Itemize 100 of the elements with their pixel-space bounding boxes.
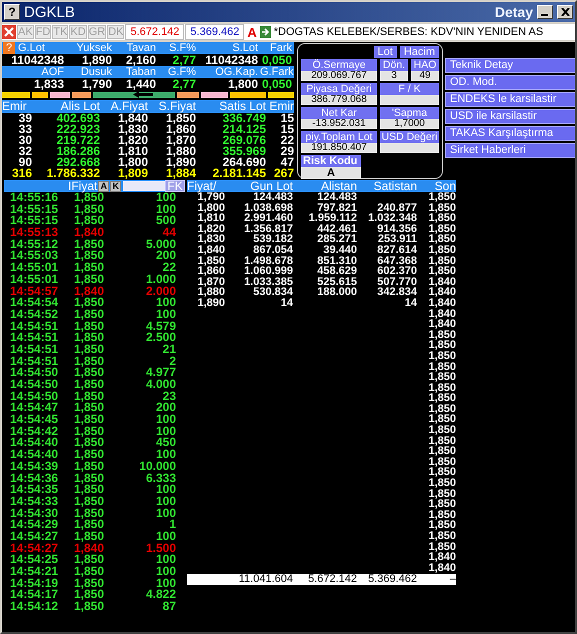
column-header: Taban — [125, 66, 157, 78]
close-button[interactable] — [557, 5, 573, 19]
table-cell-text: 222.923 — [56, 124, 100, 135]
stat-label: HAO — [411, 59, 439, 71]
link-button[interactable]: ENDEKS le karsilastir — [445, 92, 575, 107]
lot-cell-text: 200 — [154, 402, 176, 414]
price-cell-text: 1,850 — [73, 308, 106, 321]
filter-button[interactable]: K — [110, 180, 122, 192]
help-icon[interactable]: ? — [3, 42, 15, 54]
lot-cell-text: 100 — [156, 297, 176, 309]
table-cell: 1,850 — [428, 456, 456, 468]
time-cell-text: 14:54:36 — [9, 472, 60, 484]
toggle-button[interactable]: Hacim — [400, 46, 439, 58]
lot-cell-text: 2.000 — [144, 286, 176, 298]
price-cell-text: 1,850 — [73, 379, 106, 391]
stat-label: piy.Toplam Lot — [301, 131, 377, 143]
total-cell-text: 2.181.145 — [212, 168, 266, 179]
table-cell: 1,840 — [428, 318, 456, 330]
toggle-button[interactable]: Lot — [374, 46, 397, 58]
link-button[interactable]: Teknik Detay — [445, 58, 575, 73]
table-cell: 1.959.112 — [308, 212, 357, 224]
link-button[interactable]: USD ile karsilastir — [445, 109, 575, 124]
stat-label: 'Sapma — [380, 107, 439, 119]
table-cell: 827.614 — [377, 244, 417, 256]
column-header: AOF — [40, 66, 65, 78]
column-header: Satis Lot — [218, 100, 266, 113]
link-button[interactable]: Sirket Haberleri — [445, 143, 575, 158]
help-icon[interactable]: ? — [4, 4, 20, 20]
stat-value: 2,77 — [172, 78, 197, 90]
table-cell: 1,840 — [428, 286, 456, 298]
lot-cell-text: 100 — [156, 484, 176, 496]
lot-cell-text: 5.000 — [144, 238, 176, 250]
lot-cell-text: 1 — [169, 519, 176, 531]
minimize-button[interactable] — [537, 5, 553, 19]
time-cell-text: 14:55:01 — [9, 262, 60, 274]
table-cell-text: 336.749 — [222, 113, 266, 124]
table-cell-text: 32 — [18, 146, 32, 157]
table-cell: 1,840 — [428, 276, 456, 288]
table-cell: 1,850 — [428, 413, 456, 426]
price-cell-text: 1,850 — [73, 472, 106, 484]
time-cell-text: 14:55:16 — [9, 192, 60, 204]
total-cell-text: 267 — [272, 168, 294, 179]
table-cell: 1,790 — [197, 191, 225, 203]
table-cell-text: 402.693 — [56, 113, 100, 124]
stat-value: 2,77 — [172, 54, 197, 66]
filter-field[interactable] — [123, 181, 166, 191]
table-cell: 1,850 — [428, 371, 456, 384]
time-cell-text: 14:54:12 — [9, 601, 60, 613]
lot-cell-text: 1.500 — [144, 542, 176, 554]
table-cell: 530.834 — [253, 286, 293, 298]
time-cell-text: 14:54:50 — [9, 379, 60, 391]
table-cell: 1,850 — [428, 244, 456, 256]
total-cell: 11.041.604 — [238, 573, 293, 586]
table-cell: 1,810 — [197, 212, 225, 224]
column-header: Emir — [2, 100, 28, 113]
table-cell: 442.461 — [317, 222, 357, 235]
stat-label: Risk Kodu — [301, 155, 361, 167]
time-cell-text: 14:54:42 — [9, 426, 60, 438]
table-cell: 1,850 — [428, 382, 456, 394]
column-header: G.F% — [166, 66, 197, 78]
table-cell-text: 1,810 — [116, 146, 148, 157]
stat-value — [380, 95, 439, 105]
lot-cell-text: 100 — [154, 566, 176, 578]
link-button[interactable]: TAKAS Karşılaştırma — [445, 126, 575, 141]
table-cell-text: 15 — [280, 124, 294, 135]
table-cell-text: 264.690 — [222, 157, 266, 168]
column-header: S.F% — [168, 42, 197, 54]
table-cell: 1.356.817 — [244, 222, 293, 235]
time-cell-text: 14:54:54 — [9, 297, 60, 309]
table-cell: 124.483 — [253, 191, 293, 203]
table-cell: 1,850 — [428, 339, 456, 352]
table-cell: 1,850 — [428, 212, 456, 224]
table-cell: 285.271 — [317, 233, 357, 246]
table-cell: 188.000 — [317, 286, 357, 298]
table-cell-text: 214.125 — [222, 124, 266, 135]
arrow-icon[interactable] — [260, 26, 271, 38]
lot-cell-text: 200 — [156, 250, 176, 262]
table-cell: 1,840 — [197, 244, 225, 256]
table-cell: 602.370 — [377, 265, 417, 278]
link-button[interactable]: OD. Mod. — [445, 75, 575, 90]
table-cell-text: 1,840 — [118, 113, 148, 124]
table-cell: 1,850 — [428, 498, 456, 510]
price-cell-text: 1,850 — [73, 414, 106, 426]
table-cell: 1,850 — [428, 434, 456, 447]
table-cell-text: 30 — [18, 135, 32, 146]
time-cell-text: 14:54:21 — [9, 566, 60, 578]
sell-total: 5.369.462 — [185, 24, 244, 40]
filter-button[interactable]: A — [98, 180, 110, 192]
total-cell-text: 1,884 — [164, 168, 196, 179]
stat-value: 191.850.407 — [301, 143, 377, 153]
column-header: Fark — [269, 42, 293, 54]
lot-cell-text: 100 — [154, 192, 176, 204]
time-cell-text: 14:54:50 — [9, 390, 60, 402]
time-cell-text: 14:54:27 — [9, 542, 60, 554]
lot-cell-text: 4.000 — [144, 379, 176, 391]
price-cell-text: 1,850 — [73, 274, 106, 286]
table-cell: 1,870 — [197, 276, 225, 288]
table-cell-text: 1,860 — [164, 124, 196, 135]
filter-button[interactable]: FK — [165, 180, 185, 192]
price-cell-text: 1,850 — [73, 449, 106, 461]
